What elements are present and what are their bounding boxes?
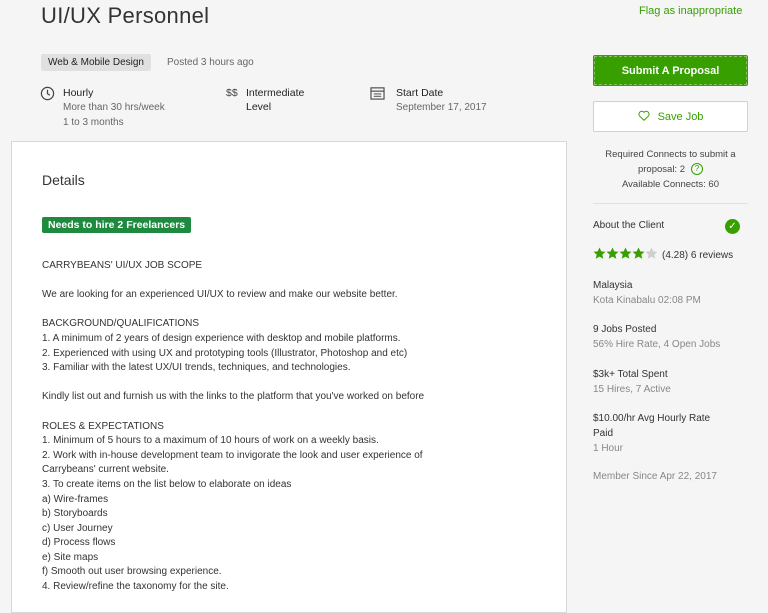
heart-icon [638,110,650,124]
hire-count-badge: Needs to hire 2 Freelancers [42,217,192,233]
project-duration: 1 to 3 months [63,117,124,128]
total-spent: $3k+ Total Spent [593,369,668,380]
divider [593,203,748,204]
calendar-icon [370,86,385,105]
job-description: CARRYBEANS' UI/UX JOB SCOPE We are looki… [42,260,425,593]
start-date-label: Start Date [396,87,444,99]
category-tag[interactable]: Web & Mobile Design [41,54,151,71]
experience-level-suffix: Level [246,101,272,113]
posted-time: Posted 3 hours ago [167,57,254,68]
job-type: Hourly [63,87,94,99]
verified-check-icon: ✓ [725,219,740,234]
start-date-value: September 17, 2017 [396,102,487,113]
hire-rate: 56% Hire Rate, 4 Open Jobs [593,339,721,350]
details-heading: Details [42,172,85,188]
hours-per-week: More than 30 hrs/week [63,102,165,113]
details-card: Details Needs to hire 2 Freelancers CARR… [11,141,567,613]
client-rating: (4.28) 6 reviews [662,250,734,261]
member-since: Member Since Apr 22, 2017 [593,471,717,482]
page-title: UI/UX Personnel [41,3,210,28]
clock-icon [40,86,55,106]
connects-info: Required Connects to submit a proposal: … [593,147,748,192]
save-job-label: Save Job [657,110,704,123]
dollar-level-icon: $$ [226,87,238,99]
about-client-heading: About the Client [593,220,665,231]
save-job-button[interactable]: Save Job [593,101,748,132]
connects-line-3: Available Connects: 60 [622,179,719,190]
hires-detail: 15 Hires, 7 Active [593,384,671,395]
connects-line-1: Required Connects to submit a [605,149,736,160]
connects-line-2: proposal: 2 [637,164,685,175]
client-local-time: Kota Kinabalu 02:08 PM [593,295,701,306]
flag-inappropriate-link[interactable]: Flag as inappropriate [639,5,742,17]
star-rating-icon [593,247,658,263]
jobs-posted: 9 Jobs Posted [593,324,657,335]
client-country: Malaysia [593,280,633,291]
submit-proposal-button[interactable]: Submit A Proposal [593,55,748,86]
hours-paid: 1 Hour [593,443,624,454]
question-icon[interactable]: ? [691,163,703,176]
experience-level: Intermediate [246,87,305,99]
avg-hourly-rate: $10.00/hr Avg Hourly Rate [593,413,711,424]
avg-hourly-rate-suffix: Paid [593,428,614,439]
